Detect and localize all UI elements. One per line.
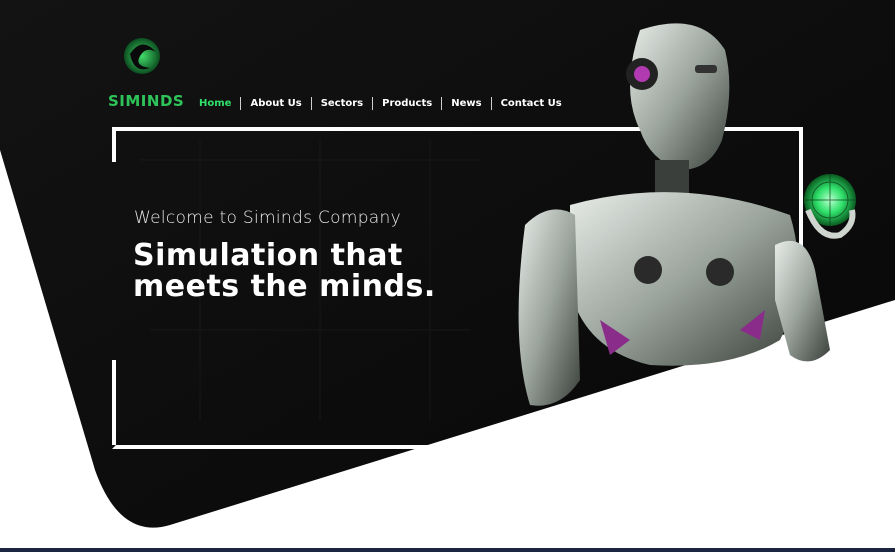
humanoid-robot-image — [518, 23, 856, 406]
nav-item-products[interactable]: Products — [373, 98, 441, 109]
nav-item-news[interactable]: News — [442, 98, 490, 109]
nav-item-home[interactable]: Home — [190, 98, 240, 109]
brand-logo-text[interactable]: SIMINDS — [108, 92, 184, 110]
nav-item-sectors[interactable]: Sectors — [312, 98, 372, 109]
hero-frame-left-bottom — [112, 360, 116, 445]
nav-item-about-us[interactable]: About Us — [241, 98, 310, 109]
hero-frame-left-top — [112, 127, 116, 162]
page-bottom-border — [0, 548, 895, 552]
hero-welcome-text: Welcome to Siminds Company — [134, 208, 401, 228]
hero-headline: Simulation that meets the minds. — [133, 240, 513, 302]
hero-headline-line-2: meets the minds. — [133, 269, 436, 304]
hero-headline-line-1: Simulation that — [133, 238, 403, 273]
